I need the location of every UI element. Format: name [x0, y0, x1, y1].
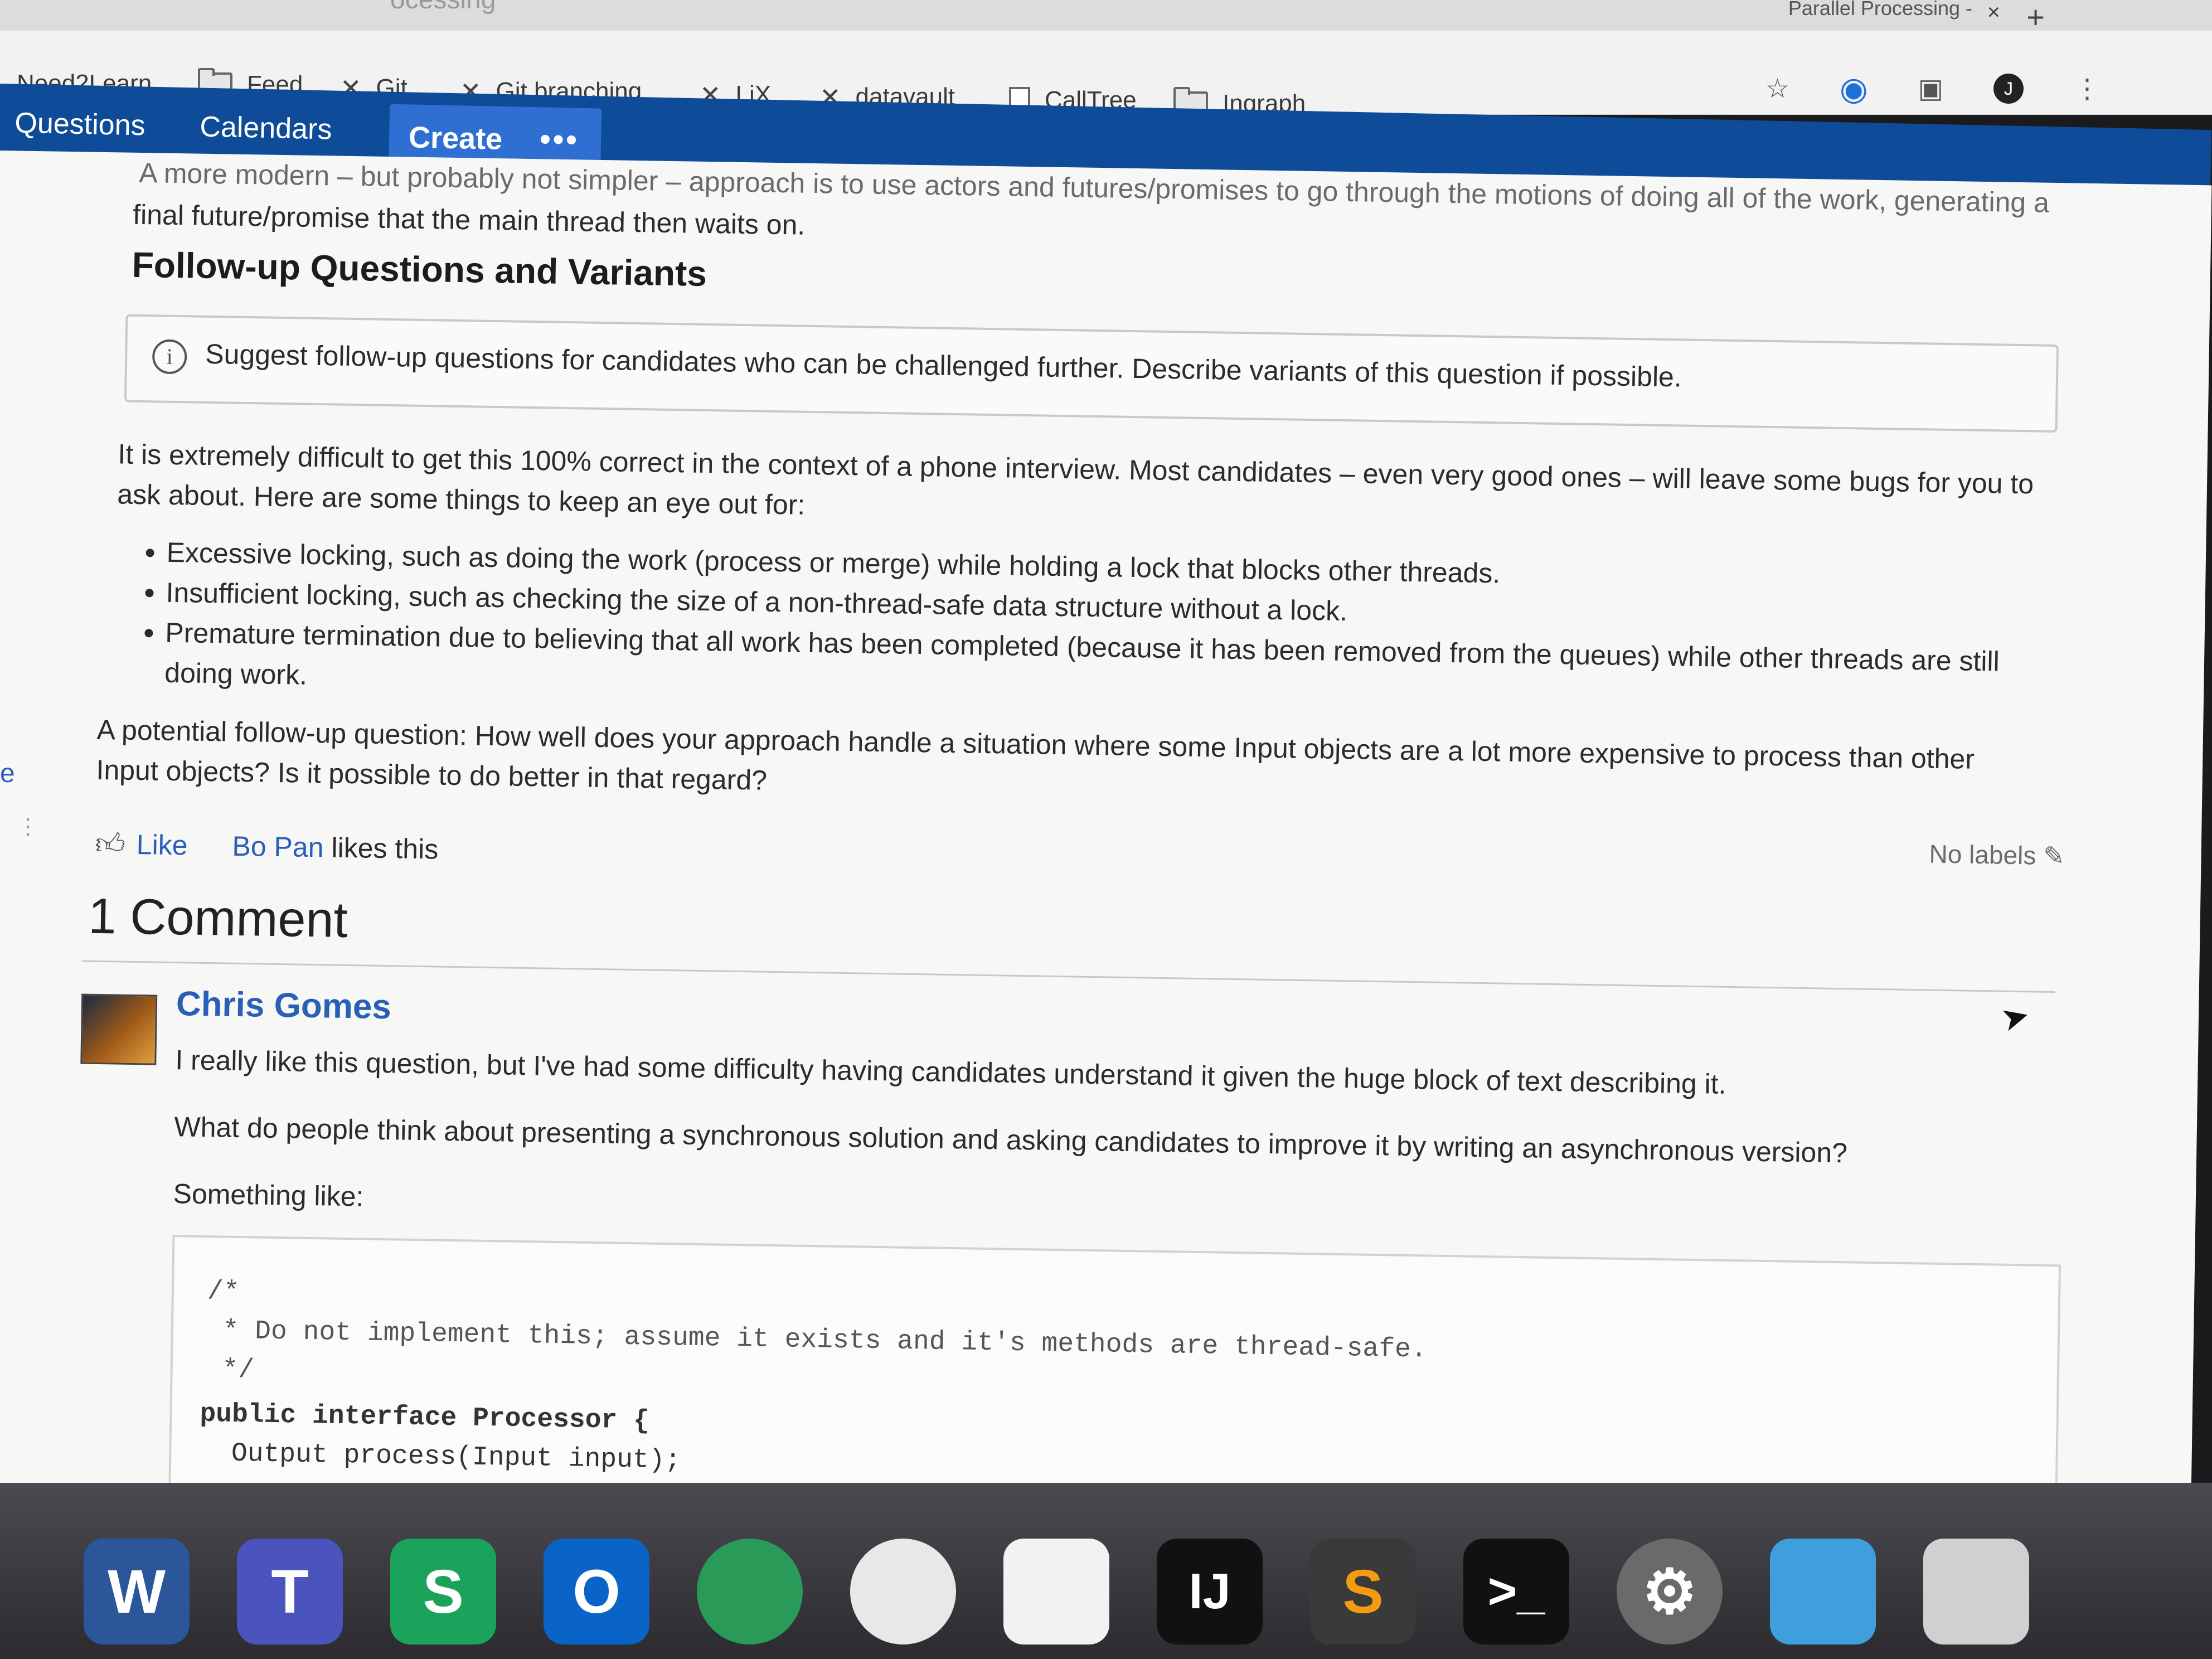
outlook-icon[interactable]: O [544, 1539, 649, 1645]
word-icon[interactable]: W [84, 1539, 190, 1645]
section-heading: Follow-up Questions and Variants [132, 244, 707, 294]
profile-avatar[interactable]: J [1993, 74, 2024, 104]
code-line: /* [207, 1277, 240, 1307]
extension-circle-icon[interactable]: ◉ [1840, 70, 1868, 108]
nav-calendars[interactable]: Calendars [200, 110, 332, 147]
browser-tabstrip: ocessing Parallel Processing - × + [0, 0, 2212, 35]
bullet-list: Excessive locking, such as doing the wor… [137, 532, 2073, 722]
star-bookmark-icon[interactable]: ☆ [1765, 73, 1789, 104]
paragraph-line: final future/promise that the main threa… [132, 198, 806, 241]
tab-close-icon[interactable]: × [1987, 0, 2000, 25]
sidebar-resize-handle[interactable]: ⋮ [17, 814, 39, 840]
mac-dock: W T S O IJ S >_ ⚙ [0, 1483, 2212, 1659]
intellij-icon[interactable]: IJ [1157, 1539, 1263, 1645]
code-line: * Do not implement this; assume it exist… [206, 1316, 1428, 1365]
comment-author[interactable]: Chris Gomes [176, 984, 391, 1027]
downloads-folder-icon[interactable] [1770, 1539, 1876, 1645]
browser-toolbar-right: ☆ ◉ ▣ J ⋮ [1765, 70, 2101, 108]
info-text: Suggest follow-up questions for candidat… [205, 338, 1682, 393]
thumbs-up-icon[interactable]: 👍︎ [95, 827, 125, 862]
page-content: A more modern – but probably not simpler… [0, 151, 2212, 1604]
sidebar-edge-text: e [0, 759, 15, 788]
skype-icon[interactable]: S [390, 1539, 496, 1645]
sublime-icon[interactable]: S [1310, 1539, 1416, 1645]
like-button[interactable]: Like [136, 828, 188, 861]
info-icon: i [152, 339, 187, 375]
create-button-label: Create [408, 120, 503, 156]
trash-icon[interactable] [1923, 1539, 2029, 1645]
code-line: */ [206, 1355, 255, 1386]
settings-icon[interactable]: ⚙ [1617, 1539, 1723, 1645]
info-panel: i Suggest follow-up questions for candid… [124, 314, 2059, 433]
likes-this-text: likes this [331, 832, 439, 865]
no-labels-text: No labels [1929, 839, 2036, 870]
like-row: 👍︎ Like Bo Pan likes this [95, 827, 439, 867]
screen: ocessing Parallel Processing - × + Need2… [0, 0, 2212, 1659]
nav-questions[interactable]: Questions [14, 106, 145, 143]
avatar[interactable] [80, 993, 158, 1065]
comment-line: What do people think about presenting a … [174, 1111, 1848, 1169]
comments-heading: 1 Comment [88, 888, 348, 948]
labels-edit[interactable]: No labels ✎ [1929, 839, 2065, 871]
paragraph: It is extremely difficult to get this 10… [117, 438, 2034, 521]
tab-parallel-processing[interactable]: Parallel Processing - [1788, 0, 1972, 20]
terminal-icon[interactable]: >_ [1463, 1539, 1569, 1645]
code-line: public interface Processor { [200, 1399, 650, 1437]
follow-up-paragraph: A potential follow-up question: How well… [96, 714, 1975, 796]
code-line: Output process(Input input); [198, 1438, 681, 1476]
pencil-icon[interactable]: ✎ [2043, 841, 2065, 871]
comment-line: Something like: [173, 1178, 364, 1212]
new-tab-icon[interactable]: + [2026, 0, 2045, 35]
liker-link[interactable]: Bo Pan [232, 830, 324, 864]
extension-icon[interactable]: ▣ [1918, 73, 1943, 104]
window-title-fragment: ocessing [390, 0, 496, 15]
teams-icon[interactable]: T [237, 1539, 343, 1645]
chrome-icon[interactable] [697, 1539, 803, 1645]
browser-menu-icon[interactable]: ⋮ [2074, 73, 2101, 104]
slack-icon[interactable] [1003, 1539, 1109, 1645]
airdrop-icon[interactable] [850, 1539, 956, 1645]
comment-line: I really like this question, but I've ha… [174, 1044, 1726, 1100]
more-button[interactable]: ••• [539, 120, 579, 157]
